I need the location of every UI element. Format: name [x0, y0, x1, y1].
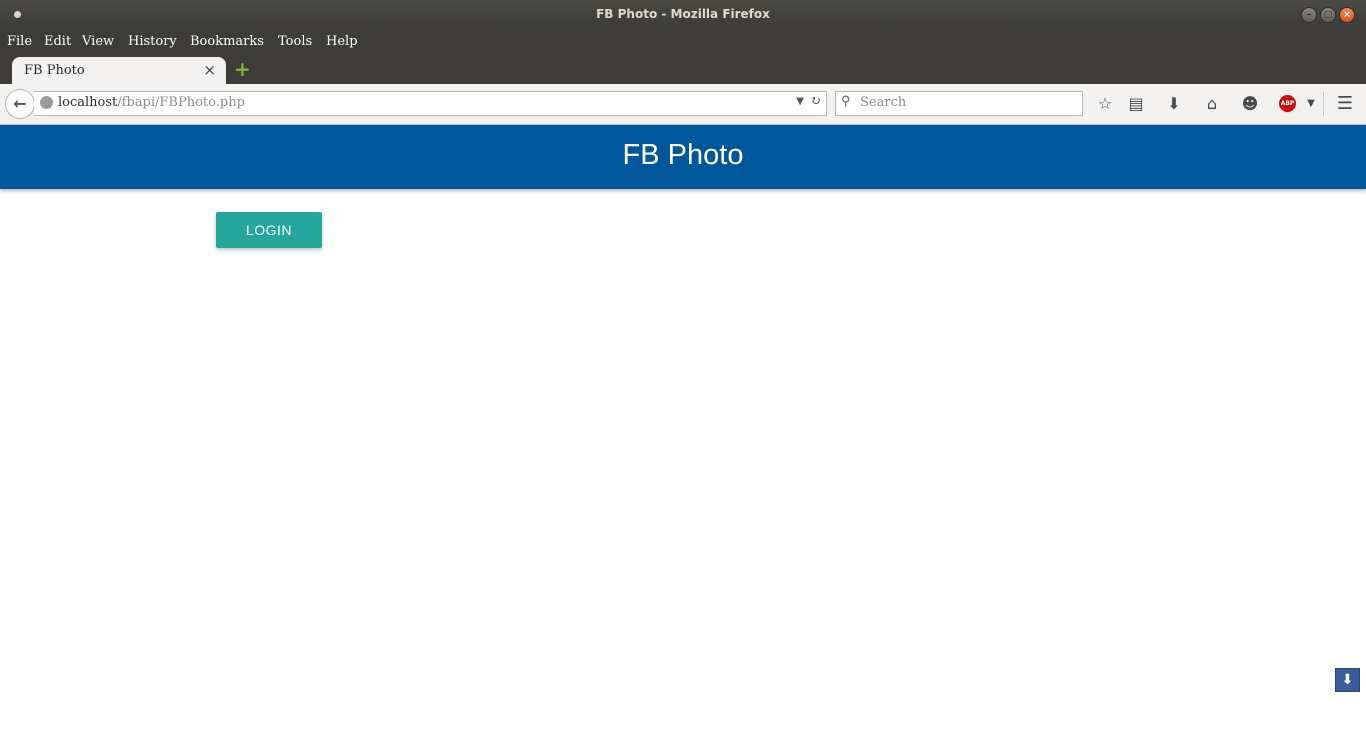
navigation-bar: ← localhost/fbapi/FBPhoto.php ▼ ↻ ⚲ Sear…: [0, 84, 1366, 125]
tab-title: FB Photo: [24, 63, 85, 78]
menu-view[interactable]: View: [82, 34, 114, 49]
app-header: FB Photo: [0, 125, 1366, 189]
page-title: FB Photo: [622, 139, 744, 171]
menu-icon[interactable]: ☰: [1335, 94, 1355, 114]
search-input[interactable]: ⚲ Search: [835, 91, 1083, 116]
menu-edit[interactable]: Edit: [44, 34, 71, 49]
minimize-icon[interactable]: –: [1301, 7, 1317, 23]
url-host: localhost: [58, 95, 118, 110]
reload-icon[interactable]: ↻: [810, 94, 821, 109]
hello-icon[interactable]: ☻: [1240, 94, 1260, 114]
toolbar-separator: [1323, 92, 1324, 116]
globe-icon: [40, 96, 53, 109]
new-tab-icon[interactable]: +: [234, 59, 251, 79]
home-icon[interactable]: ⌂: [1202, 94, 1222, 114]
tab-strip: FB Photo × +: [0, 55, 1366, 84]
download-icon[interactable]: ⬇: [1164, 94, 1184, 114]
url-bar[interactable]: localhost/fbapi/FBPhoto.php ▼ ↻: [34, 91, 827, 116]
adblock-icon[interactable]: ABP: [1279, 95, 1296, 112]
menu-bookmarks[interactable]: Bookmarks: [190, 34, 264, 49]
close-window-icon[interactable]: ×: [1339, 7, 1355, 23]
menu-help[interactable]: Help: [326, 34, 358, 49]
tab-fb-photo[interactable]: FB Photo ×: [12, 57, 226, 84]
reading-list-icon[interactable]: ▤: [1126, 94, 1146, 114]
window-titlebar: FB Photo - Mozilla Firefox – □ ×: [0, 0, 1366, 28]
menu-bar: File Edit View History Bookmarks Tools H…: [0, 28, 1366, 55]
adblock-dropdown-icon[interactable]: ▼: [1301, 94, 1321, 114]
login-button[interactable]: LOGIN: [216, 212, 322, 248]
search-placeholder: Search: [860, 95, 907, 110]
scroll-down-icon[interactable]: ⬇: [1335, 668, 1360, 692]
back-icon[interactable]: ←: [5, 89, 35, 119]
maximize-icon[interactable]: □: [1320, 7, 1336, 23]
url-dropdown-icon[interactable]: ▼: [796, 96, 804, 107]
star-icon[interactable]: ☆: [1095, 94, 1115, 114]
menu-history[interactable]: History: [128, 34, 177, 49]
tab-close-icon[interactable]: ×: [203, 61, 216, 79]
window-title: FB Photo - Mozilla Firefox: [596, 7, 770, 21]
url-path: /fbapi/FBPhoto.php: [117, 95, 245, 110]
menu-file[interactable]: File: [7, 34, 32, 49]
menu-tools[interactable]: Tools: [278, 34, 312, 49]
search-icon: ⚲: [841, 94, 851, 109]
